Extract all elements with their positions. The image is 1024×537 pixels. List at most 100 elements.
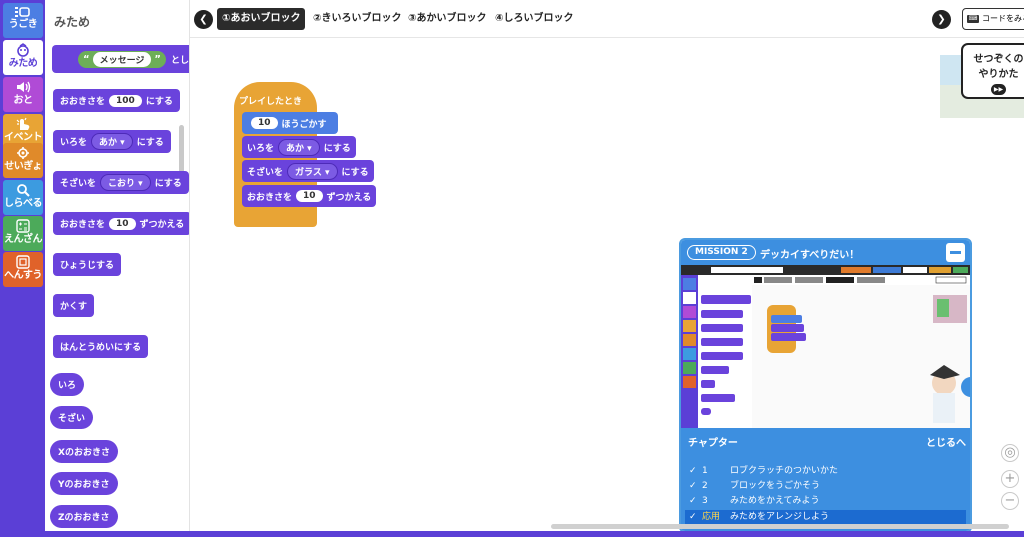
check-icon: ✓ [689,512,697,522]
chapter-number: 3 [702,496,708,506]
sensing-icon [17,184,30,197]
mission-badge: MISSION 2 [687,245,756,260]
zoom-in-button[interactable]: + [1001,470,1019,488]
block-say[interactable]: “メッセージ” としゃ [52,45,189,73]
tab-red-block[interactable]: ③あかいブロック [403,8,491,30]
block-set-color[interactable]: いろを あか ▾ にする [53,130,171,153]
category-label: おと [13,95,34,106]
reporter-z-size[interactable]: Zのおおきさ [50,505,118,528]
app-window: うごき みため おと イベント せいぎょ しらべる えんざん へんすう みため … [0,0,1024,537]
block-hide[interactable]: かくす [53,294,95,317]
zoom-out-button[interactable]: − [1001,492,1019,510]
looks-icon [17,43,29,57]
block-text: おおきさを [60,97,106,107]
recenter-button[interactable]: ◎ [1001,444,1019,462]
script-color-dropdown[interactable]: あか ▾ [278,138,320,156]
check-icon: ✓ [689,466,697,476]
block-change-size[interactable]: おおきさを 10 ずつかえる [53,212,189,235]
chapter-title: ブロックをうごかそう [730,481,821,491]
material-dropdown[interactable]: こおり ▾ [100,174,151,191]
script-size-value[interactable]: 10 [296,190,323,202]
category-sound[interactable]: おと [3,77,43,112]
palette-scrollbar[interactable] [179,125,184,173]
chapter-item[interactable]: ✓ 2 ブロックをうごかそう [685,479,966,493]
chapter-list: チャプター とじるへ ✓ 1 ロブクラッチのつかいかた ✓ 2 ブロックをうごかそう ✓… [681,428,970,531]
reporter-material[interactable]: そざい [50,406,94,429]
size-change-value[interactable]: 10 [109,217,136,230]
reporter-x-size[interactable]: Xのおおきさ [50,440,118,463]
block-text: にする [154,179,182,189]
script-material-dropdown[interactable]: ガラス ▾ [287,162,338,180]
close-label: とじるへ [926,438,966,449]
script-set-material-block[interactable]: そざいを ガラス ▾ にする [242,160,374,182]
mission-header: MISSION 2 デッカイすべりだい！ [681,240,970,265]
plus-icon: + [1004,471,1016,486]
block-text: にする [323,143,351,154]
category-control[interactable]: せいぎょ [3,143,43,178]
check-icon: ✓ [689,496,697,506]
block-text: にする [341,167,369,178]
chapter-number: 応用 [702,512,721,522]
tab-white-block[interactable]: ④しろいブロック [490,8,578,30]
category-sensing[interactable]: しらべる [3,180,43,215]
hat-label: プレイしたとき [239,97,303,107]
color-dropdown[interactable]: あか ▾ [91,133,133,150]
workspace-horizontal-scrollbar[interactable] [551,524,1009,529]
tab-yellow-block[interactable]: ②きいろいブロック [308,8,406,30]
close-chapters-link[interactable]: とじるへ [926,434,966,449]
mission-screenshot [681,265,970,428]
keyboard-icon: ⌨ [967,14,979,23]
category-motion[interactable]: うごき [3,3,43,38]
chapter-title: みためをアレンジしよう [730,512,830,522]
block-translucent[interactable]: はんとうめいにする [53,335,149,358]
tab-blue-block[interactable]: ①あおいブロック [217,8,306,30]
block-text: ほうごかす [281,119,327,130]
view-code-label: コードをみる [982,14,1024,23]
block-show[interactable]: ひょうじする [53,253,122,276]
palette-title: みため [54,15,91,29]
fast-forward-icon: ▶▶ [991,83,1006,95]
category-looks[interactable]: みため [3,40,43,75]
chevron-right-icon: ❯ [937,14,946,25]
chapter-title: ロブクラッチのつかいかた [730,466,839,476]
script-change-size-block[interactable]: おおきさを 10 ずつかえる [242,185,377,207]
block-palette: みため “メッセージ” としゃ おおきさを 100 にする いろを あか ▾ に… [45,0,190,537]
dropdown-value: こおり [108,179,136,189]
reporter-y-size[interactable]: Yのおおきさ [50,472,118,495]
size-value[interactable]: 100 [109,94,142,107]
chapter-item[interactable]: ✓ 1 ロブクラッチのつかいかた [685,464,966,478]
dropdown-value: ガラス [295,167,322,178]
block-set-material[interactable]: そざいを こおり ▾ にする [53,171,189,194]
category-variable[interactable]: へんすう [3,252,43,287]
minus-icon: − [1004,493,1016,508]
chapter-number: 2 [702,481,708,491]
prev-tab-button[interactable]: ❮ [194,10,213,29]
category-label: うごき [8,19,38,30]
target-icon: ◎ [1004,445,1016,460]
block-text: ずつかえる [139,220,185,230]
message-value[interactable]: メッセージ [92,51,152,67]
how-to-connect-card[interactable]: せつぞくの やりかた ▶▶ [961,43,1024,99]
next-tab-button[interactable]: ❯ [932,10,951,29]
category-label: えんざん [4,234,43,245]
chapter-item[interactable]: ✓ 3 みためをかえてみよう [685,494,966,508]
minimize-button[interactable] [946,243,965,262]
block-text: にする [136,138,164,148]
block-text: おおきさを [60,220,106,230]
project-tab-bar: ❮ ①あおいブロック ②きいろいブロック ③あかいブロック ④しろいブロック ❯… [190,0,1024,38]
script-move-block[interactable]: 10 ほうごかす [242,112,338,134]
view-code-button[interactable]: ⌨コードをみる [962,8,1024,30]
chapter-heading: チャプター [688,438,738,449]
mission-title: デッカイすべりだい！ [760,250,860,261]
reporter-color[interactable]: いろ [50,373,85,396]
script-set-color-block[interactable]: いろを あか ▾ にする [242,136,356,158]
move-value[interactable]: 10 [251,117,278,129]
chapter-number: 1 [702,466,708,476]
sound-icon [17,81,31,93]
chapter-item-current[interactable]: ✓ 応用 みためをアレンジしよう [685,510,966,524]
category-operator[interactable]: えんざん [3,216,43,251]
category-bar: うごき みため おと イベント せいぎょ しらべる えんざん へんすう [0,0,45,537]
block-set-size[interactable]: おおきさを 100 にする [53,89,180,112]
card-line-1: せつぞくの [973,54,1024,65]
mission-screenshot-image [681,265,970,428]
